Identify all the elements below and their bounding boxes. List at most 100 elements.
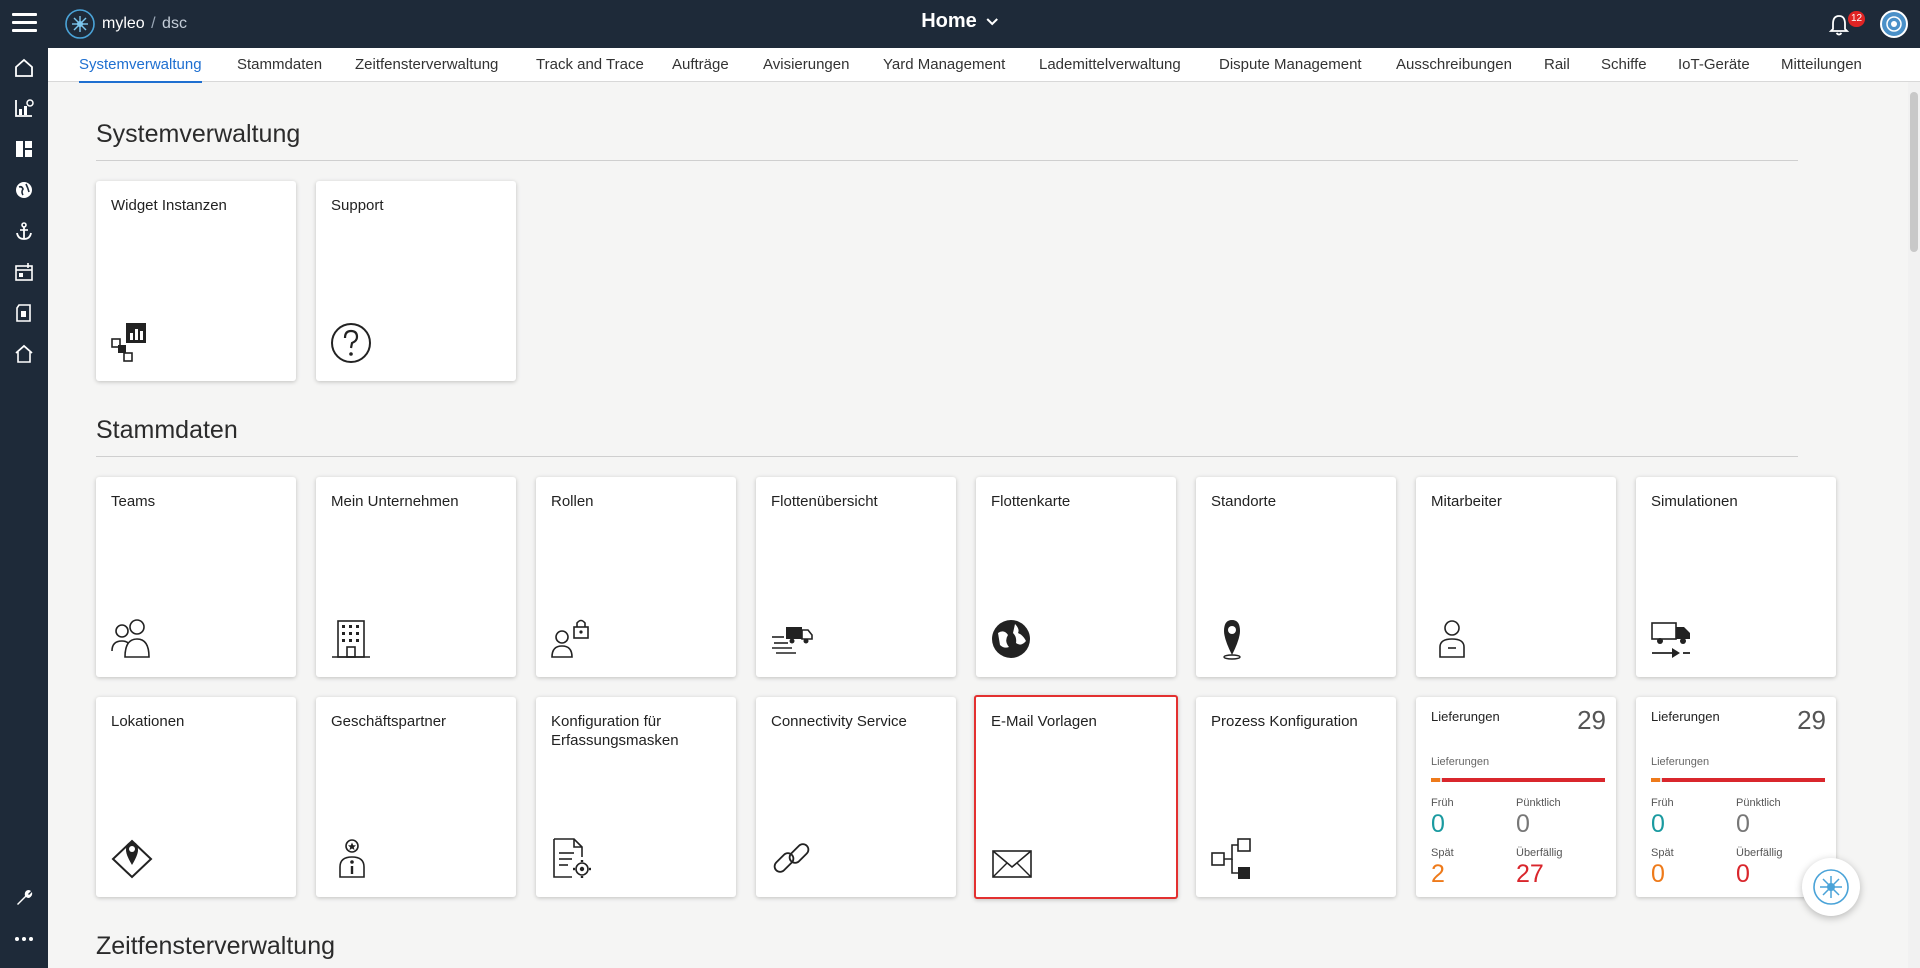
card-geschaeftspartner[interactable]: Geschäftspartner [316,697,516,897]
tab-stammdaten[interactable]: Stammdaten [237,56,322,73]
tab-mitteilungen[interactable]: Mitteilungen [1781,56,1862,73]
menu-icon[interactable] [12,13,37,33]
card-connectivity-service[interactable]: Connectivity Service [756,697,956,897]
notification-badge: 12 [1848,11,1866,27]
card-flottenkarte[interactable]: Flottenkarte [976,477,1176,677]
stat-label-early: Früh [1651,797,1674,809]
house-icon [15,344,33,363]
card-title: Rollen [551,493,594,510]
stat-subtitle: Lieferungen [1431,756,1490,768]
stat-label-overdue: Überfällig [1516,847,1563,859]
assistant-logo-icon [1813,869,1849,905]
mail-icon [992,850,1032,878]
sidebar-item-analytics[interactable] [0,90,48,126]
logo-icon [65,9,95,39]
tab-ausschreibungen[interactable]: Ausschreibungen [1396,56,1512,73]
document-icon [16,304,31,322]
stat-total: 29 [1797,705,1826,735]
card-teams[interactable]: Teams [96,477,296,677]
stat-label-overdue: Überfällig [1736,847,1783,859]
sidebar-item-home[interactable] [0,50,48,86]
stat-label-late: Spät [1651,847,1674,859]
card-flottenuebersicht[interactable]: Flottenübersicht [756,477,956,677]
stat-progress-bar [1651,778,1825,782]
user-lock-icon [551,619,589,658]
stat-card-lieferungen-2[interactable]: Lieferungen 29 Lieferungen Früh 0 Pünktl… [1636,697,1836,897]
home-icon [15,58,33,77]
card-title: Mitarbeiter [1431,493,1502,510]
card-title: Mein Unternehmen [331,493,459,510]
bar-segment-late [1431,778,1440,782]
tab-schiffe[interactable]: Schiffe [1601,56,1647,73]
sidebar-item-document[interactable] [0,295,48,331]
stat-value-early: 0 [1431,810,1445,838]
card-simulationen[interactable]: Simulationen [1636,477,1836,677]
partner-icon [339,839,365,878]
bar-segment-overdue [1661,778,1825,782]
card-title: Simulationen [1651,493,1738,510]
scrollbar[interactable] [1908,82,1920,968]
stat-value-ontime: 0 [1736,810,1750,838]
tab-lademittelverwaltung[interactable]: Lademittelverwaltung [1039,56,1181,73]
card-lokationen[interactable]: Lokationen [96,697,296,897]
sidebar-item-globe[interactable] [0,172,48,208]
section-divider [96,160,1798,161]
link-icon [773,843,810,873]
sidebar-item-more[interactable] [0,921,48,957]
more-icon [15,937,33,941]
card-prozess-konfiguration[interactable]: Prozess Konfiguration [1196,697,1396,897]
stat-card-lieferungen-1[interactable]: Lieferungen 29 Lieferungen Früh 0 Pünktl… [1416,697,1616,897]
card-title: Geschäftspartner [331,713,447,730]
tab-auftraege[interactable]: Aufträge [672,56,729,73]
top-bar: myleo / dsc Home 12 [0,0,1920,48]
assistant-button[interactable] [1802,858,1860,916]
tab-zeitfensterverwaltung[interactable]: Zeitfensterverwaltung [355,56,498,73]
simulation-truck-icon [1651,622,1690,658]
tab-track-and-trace[interactable]: Track and Trace [536,56,644,73]
tab-iot-geraete[interactable]: IoT-Geräte [1678,56,1750,73]
location-diamond-icon [111,839,153,879]
stat-total: 29 [1577,705,1606,735]
sidebar-item-anchor[interactable] [0,213,48,249]
card-title: Konfiguration für Erfassungsmasken [551,713,679,749]
tab-rail[interactable]: Rail [1544,56,1570,73]
team-icon [111,619,150,658]
chevron-down-icon [986,17,998,25]
stat-label-early: Früh [1431,797,1454,809]
tab-dispute-management[interactable]: Dispute Management [1219,56,1362,73]
form-config-icon [553,838,591,878]
section-title-zeitfensterverwaltung: Zeitfensterverwaltung [96,932,336,960]
sidebar-item-calendar[interactable] [0,254,48,290]
stat-value-ontime: 0 [1516,810,1530,838]
bar-segment-late [1651,778,1660,782]
brand-logo[interactable]: myleo / dsc [64,8,187,40]
card-mein-unternehmen[interactable]: Mein Unternehmen [316,477,516,677]
help-icon [331,323,371,363]
analytics-icon [15,99,34,117]
tab-systemverwaltung[interactable]: Systemverwaltung [79,56,202,83]
card-konfiguration-erfassungsmasken[interactable]: Konfiguration für Erfassungsmasken [536,697,736,897]
brand-separator: / [151,15,156,32]
card-widget-instanzen[interactable]: Widget Instanzen [96,181,296,381]
tab-yard-management[interactable]: Yard Management [883,56,1005,73]
stat-title: Lieferungen [1431,709,1500,724]
card-standorte[interactable]: Standorte [1196,477,1396,677]
sidebar-item-house[interactable] [0,336,48,372]
stat-label-ontime: Pünktlich [1736,797,1781,809]
sidebar-item-tools[interactable] [0,880,48,916]
card-email-vorlagen[interactable]: E-Mail Vorlagen [974,695,1178,899]
card-support[interactable]: Support [316,181,516,381]
brand-name: myleo [102,15,145,32]
sidebar-item-dashboard[interactable] [0,131,48,167]
anchor-icon [16,222,32,240]
card-title: Flottenübersicht [771,493,878,510]
page-switcher[interactable]: Home [921,10,999,33]
tab-avisierungen[interactable]: Avisierungen [763,56,849,73]
card-mitarbeiter[interactable]: Mitarbeiter [1416,477,1616,677]
scrollbar-thumb[interactable] [1910,92,1918,252]
card-title: Lokationen [111,713,185,730]
sidebar [0,48,48,968]
card-title: Widget Instanzen [111,197,227,214]
card-rollen[interactable]: Rollen [536,477,736,677]
user-avatar[interactable] [1880,10,1908,38]
